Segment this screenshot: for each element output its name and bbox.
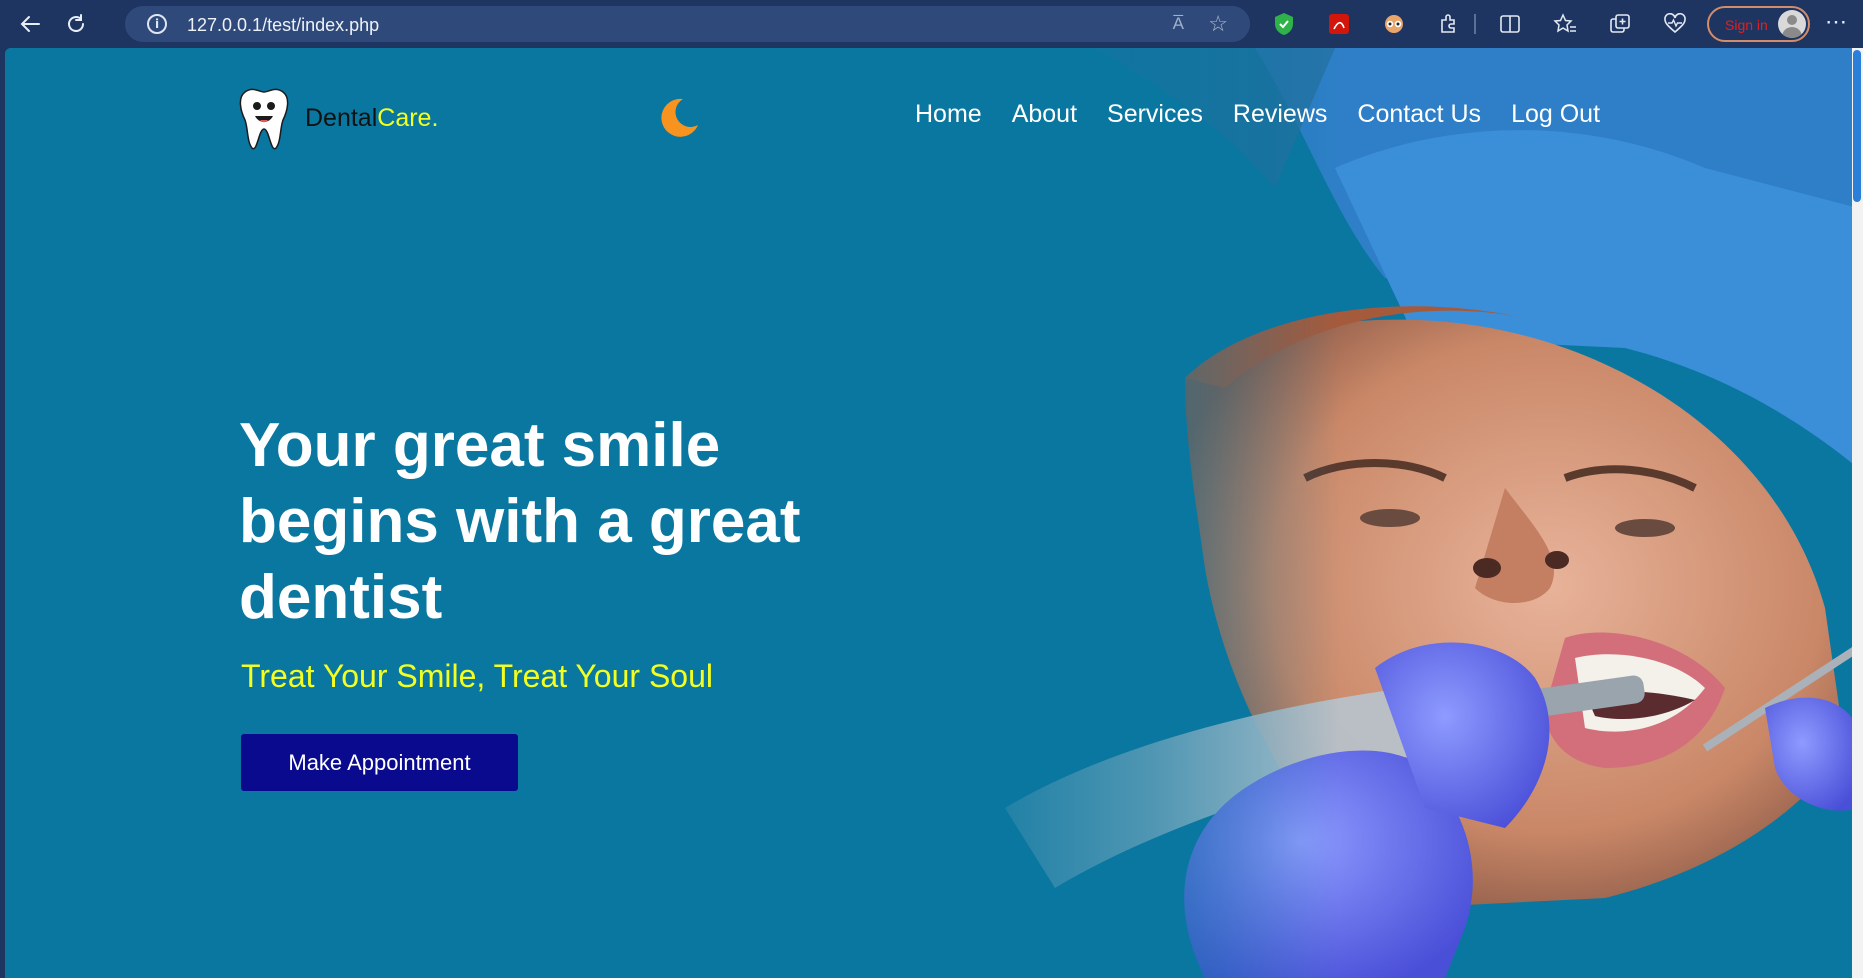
refresh-icon[interactable] xyxy=(58,6,94,42)
split-screen-icon[interactable] xyxy=(1495,9,1525,39)
nav-home[interactable]: Home xyxy=(915,100,982,129)
more-menu-icon[interactable]: ⋯ xyxy=(1825,9,1849,35)
nav-about[interactable]: About xyxy=(1012,100,1077,129)
sign-in-button[interactable]: Sign in xyxy=(1707,6,1810,42)
collections-icon[interactable] xyxy=(1605,9,1635,39)
address-bar[interactable]: i 127.0.0.1/test/index.php A̅ ☆ xyxy=(125,6,1250,42)
shield-extension-icon[interactable] xyxy=(1269,9,1299,39)
brand-part-1: Dental xyxy=(305,103,378,132)
hero-subtitle: Treat Your Smile, Treat Your Soul xyxy=(241,658,713,694)
info-icon[interactable]: i xyxy=(147,14,167,34)
site-logo[interactable]: DentalCare. xyxy=(237,86,438,150)
brand-part-2: Care. xyxy=(377,103,439,132)
health-heart-icon[interactable] xyxy=(1660,9,1690,39)
nav-log-out[interactable]: Log Out xyxy=(1511,100,1600,129)
star-icon[interactable]: ☆ xyxy=(1208,11,1228,37)
brand-name: DentalCare. xyxy=(305,104,438,133)
sign-in-label: Sign in xyxy=(1725,17,1768,33)
browser-toolbar: i 127.0.0.1/test/index.php A̅ ☆ Sign in … xyxy=(0,0,1863,48)
avatar xyxy=(1778,10,1806,38)
pdf-extension-icon[interactable] xyxy=(1324,9,1354,39)
page-viewport: DentalCare. Home About Services Reviews … xyxy=(5,48,1858,978)
nav-contact-us[interactable]: Contact Us xyxy=(1357,100,1481,129)
tooth-icon xyxy=(239,88,289,150)
main-nav: Home About Services Reviews Contact Us L… xyxy=(915,100,1600,129)
moon-icon[interactable] xyxy=(656,95,702,141)
toolbar-divider xyxy=(1474,14,1476,34)
url-text[interactable]: 127.0.0.1/test/index.php xyxy=(187,15,379,36)
eyes-extension-icon[interactable] xyxy=(1379,9,1409,39)
nav-reviews[interactable]: Reviews xyxy=(1233,100,1327,129)
puzzle-extensions-icon[interactable] xyxy=(1433,9,1463,39)
make-appointment-button[interactable]: Make Appointment xyxy=(241,734,518,791)
favorites-icon[interactable] xyxy=(1550,9,1580,39)
back-arrow-icon[interactable] xyxy=(12,6,48,42)
read-aloud-icon[interactable]: A̅ xyxy=(1173,14,1184,34)
nav-services[interactable]: Services xyxy=(1107,100,1203,129)
scrollbar-thumb[interactable] xyxy=(1853,50,1861,202)
hero-title: Your great smile begins with a great den… xyxy=(239,411,801,632)
